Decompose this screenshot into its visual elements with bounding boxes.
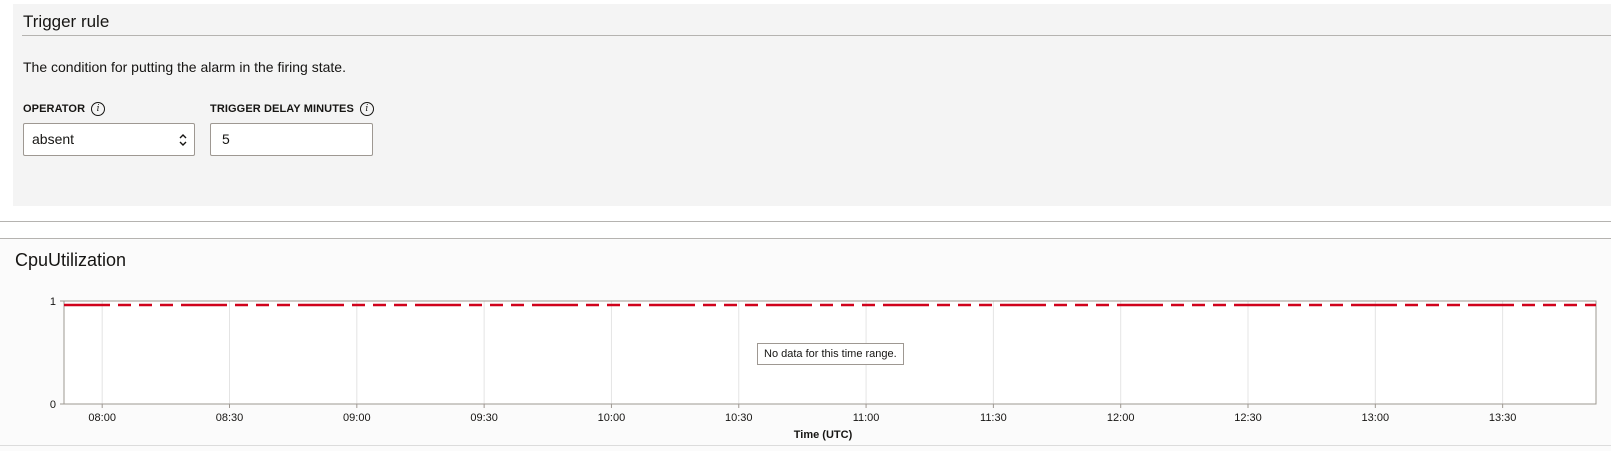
- operator-select[interactable]: absent: [23, 123, 195, 156]
- trigger-delay-label: TRIGGER DELAY MINUTES i: [210, 102, 374, 116]
- trigger-delay-info-icon[interactable]: i: [359, 102, 374, 116]
- select-up-down-chevron-icon: [179, 134, 187, 146]
- operator-select-value: absent: [32, 131, 75, 147]
- section-divider-top: [0, 221, 1611, 222]
- x-tick-label: 11:00: [853, 412, 880, 424]
- trigger-delay-minutes-input[interactable]: 5: [210, 123, 373, 156]
- x-tick-label: 09:30: [470, 412, 498, 424]
- x-tick-label: 08:30: [216, 412, 244, 424]
- no-data-message: No data for this time range.: [757, 343, 904, 365]
- x-tick-label: 12:00: [1107, 412, 1135, 424]
- operator-label-text: OPERATOR: [23, 103, 86, 115]
- trigger-delay-minutes-value: 5: [222, 131, 230, 147]
- cpu-utilization-chart-section: CpuUtilization 08:00 08:30 09:00 09:30 10:00…: [0, 239, 1611, 451]
- x-tick-label: 13:00: [1362, 412, 1390, 424]
- trigger-rule-divider: [22, 35, 1611, 36]
- x-tick-label: 13:30: [1489, 412, 1517, 424]
- operator-label: OPERATOR i: [23, 102, 106, 116]
- trigger-rule-title: Trigger rule: [23, 12, 110, 31]
- trigger-rule-panel: Trigger rule The condition for putting t…: [13, 4, 1611, 206]
- x-tick-label: 08:00: [88, 412, 116, 424]
- x-tick-label: 10:00: [598, 412, 626, 424]
- y-tick-label: 1: [50, 296, 56, 308]
- x-axis-label: Time (UTC): [794, 429, 853, 441]
- y-tick-label: 0: [50, 399, 56, 411]
- x-tick-label: 10:30: [725, 412, 753, 424]
- x-tick-label: 09:00: [343, 412, 371, 424]
- operator-info-icon[interactable]: i: [91, 102, 106, 116]
- x-tick-label: 12:30: [1234, 412, 1262, 424]
- trigger-rule-description: The condition for putting the alarm in t…: [23, 59, 346, 75]
- trigger-delay-label-text: TRIGGER DELAY MINUTES: [210, 103, 354, 115]
- chart-bottom-border: [0, 445, 1611, 446]
- x-tick-label: 11:30: [980, 412, 1007, 424]
